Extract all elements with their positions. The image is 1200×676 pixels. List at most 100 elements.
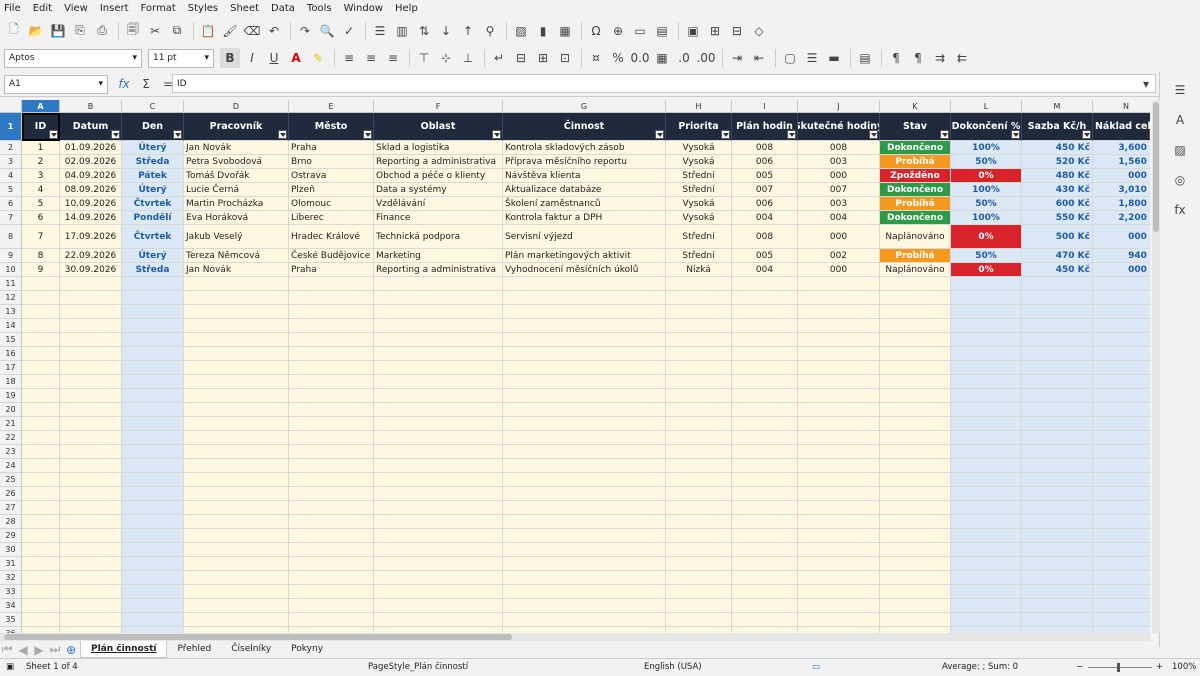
empty-cell[interactable] [503,319,666,333]
sort-descending-icon[interactable]: ↑ [458,21,478,41]
empty-cell[interactable] [1022,361,1093,375]
vertical-scrollbar[interactable] [1152,100,1160,633]
empty-cell[interactable] [184,431,289,445]
header-cell-g[interactable]: Činnost [503,113,666,141]
empty-cell[interactable] [22,501,60,515]
data-cell[interactable]: 007 [732,183,798,197]
spelling-icon[interactable]: ✓ [339,21,359,41]
menu-window[interactable]: Window [344,3,383,14]
data-cell[interactable]: 8 [22,249,60,263]
empty-cell[interactable] [880,473,951,487]
data-cell[interactable]: 003 [798,155,880,169]
empty-cell[interactable] [951,487,1022,501]
save-icon[interactable]: 💾 [48,21,68,41]
language[interactable]: English (USA) [644,662,702,672]
empty-cell[interactable] [1022,501,1093,515]
bold-icon[interactable]: B [220,48,240,68]
empty-cell[interactable] [951,543,1022,557]
empty-cell[interactable] [503,431,666,445]
empty-cell[interactable] [951,389,1022,403]
image-icon[interactable]: ▨ [511,21,531,41]
empty-cell[interactable] [732,277,798,291]
empty-cell[interactable] [666,487,732,501]
empty-cell[interactable] [122,459,184,473]
empty-cell[interactable] [732,319,798,333]
empty-cell[interactable] [732,445,798,459]
empty-cell[interactable] [22,487,60,501]
empty-cell[interactable] [122,473,184,487]
zoom-slider[interactable] [1088,667,1152,668]
empty-cell[interactable] [503,389,666,403]
navigator-icon[interactable]: ◎ [1170,170,1190,190]
sum-icon[interactable]: Σ [136,74,156,94]
font-color-icon[interactable]: A [286,48,306,68]
empty-cell[interactable] [503,361,666,375]
data-cell[interactable]: 000 K [1093,225,1150,249]
empty-cell[interactable] [184,543,289,557]
filter-dropdown-icon[interactable] [1149,130,1150,139]
empty-cell[interactable] [798,403,880,417]
empty-cell[interactable] [951,515,1022,529]
empty-cell[interactable] [184,501,289,515]
paste-icon[interactable]: 📋 [198,21,218,41]
data-cell[interactable]: Tereza Němcová [184,249,289,263]
data-cell[interactable]: 430 Kč [1022,183,1093,197]
unmerge-icon[interactable]: ⊡ [555,48,575,68]
row-header[interactable]: 34 [0,599,22,613]
data-cell[interactable]: Servisní výjezd [503,225,666,249]
border-color-icon[interactable]: ▬ [824,48,844,68]
font-name-combo[interactable]: Aptos ▾ [4,48,142,68]
filter-dropdown-icon[interactable] [721,130,730,139]
empty-cell[interactable] [880,277,951,291]
empty-cell[interactable] [503,515,666,529]
zoom-in-icon[interactable]: + [1156,662,1163,672]
empty-cell[interactable] [666,557,732,571]
data-cell[interactable]: 0% [951,263,1022,277]
empty-cell[interactable] [732,529,798,543]
empty-cell[interactable] [732,515,798,529]
cut-icon[interactable]: ✂ [145,21,165,41]
empty-cell[interactable] [666,501,732,515]
empty-cell[interactable] [374,585,503,599]
empty-cell[interactable] [374,347,503,361]
data-cell[interactable]: 3,010 K [1093,183,1150,197]
empty-cell[interactable] [122,361,184,375]
empty-cell[interactable] [666,599,732,613]
gallery-icon[interactable]: ▨ [1170,140,1190,160]
data-cell[interactable]: 004 [798,211,880,225]
menu-data[interactable]: Data [271,3,295,14]
empty-cell[interactable] [880,389,951,403]
row-header[interactable]: 27 [0,501,22,515]
data-cell[interactable]: Střední [666,169,732,183]
empty-cell[interactable] [22,445,60,459]
empty-cell[interactable] [880,333,951,347]
empty-cell[interactable] [1022,473,1093,487]
empty-cell[interactable] [1022,571,1093,585]
empty-cell[interactable] [122,431,184,445]
data-cell[interactable]: 520 Kč [1022,155,1093,169]
empty-cell[interactable] [122,375,184,389]
empty-cell[interactable] [798,571,880,585]
data-cell[interactable]: 0% [951,225,1022,249]
row-header[interactable]: 35 [0,613,22,627]
empty-cell[interactable] [122,613,184,627]
data-cell[interactable]: Probíhá [880,249,951,263]
data-cell[interactable]: 450 Kč [1022,263,1093,277]
empty-cell[interactable] [289,431,374,445]
empty-cell[interactable] [184,473,289,487]
empty-cell[interactable] [184,291,289,305]
empty-cell[interactable] [798,431,880,445]
empty-cell[interactable] [374,319,503,333]
empty-cell[interactable] [732,473,798,487]
empty-cell[interactable] [1093,319,1150,333]
empty-cell[interactable] [60,431,122,445]
empty-cell[interactable] [666,445,732,459]
corner-select-all[interactable] [0,100,22,113]
empty-cell[interactable] [951,319,1022,333]
empty-cell[interactable] [289,333,374,347]
empty-cell[interactable] [289,585,374,599]
header-cell-j[interactable]: Skutečné hodiny [798,113,880,141]
align-center-icon[interactable]: ≡ [361,48,381,68]
empty-cell[interactable] [951,417,1022,431]
data-cell[interactable]: 450 Kč [1022,141,1093,155]
